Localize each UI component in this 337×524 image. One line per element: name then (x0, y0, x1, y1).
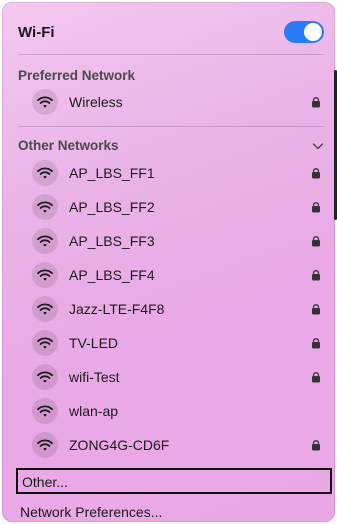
network-name: wifi-Test (69, 369, 120, 385)
lock-icon (312, 440, 320, 451)
network-row[interactable]: Jazz-LTE-F4F8 (6, 294, 331, 324)
wifi-signal-icon (32, 194, 58, 220)
network-name: ZONG4G-CD6F (69, 437, 170, 453)
network-row[interactable]: TV-LED (6, 328, 331, 358)
network-row-preferred[interactable]: Wireless (6, 87, 331, 117)
toggle-knob (304, 23, 322, 41)
wifi-title: Wi-Fi (18, 24, 55, 41)
network-name: AP_LBS_FF3 (69, 233, 155, 249)
network-name: Wireless (69, 94, 123, 110)
lock-icon (312, 372, 320, 383)
wifi-signal-icon (32, 89, 58, 115)
network-name: wlan-ap (69, 403, 119, 419)
network-name: AP_LBS_FF4 (69, 267, 155, 283)
wifi-signal-icon (32, 228, 58, 254)
network-row[interactable]: wlan-ap (6, 396, 331, 426)
lock-icon (312, 236, 320, 247)
wifi-signal-icon (32, 398, 58, 424)
preferred-network-heading: Preferred Network (18, 68, 136, 83)
network-row[interactable]: AP_LBS_FF1 (6, 158, 331, 188)
wifi-toggle[interactable] (284, 21, 324, 43)
network-name: AP_LBS_FF2 (69, 199, 155, 215)
other-network-button[interactable]: Other... (16, 468, 332, 494)
wifi-signal-icon (32, 160, 58, 186)
network-row[interactable]: AP_LBS_FF2 (6, 192, 331, 222)
lock-icon (312, 168, 320, 179)
network-preferences-link[interactable]: Network Preferences... (20, 504, 162, 520)
wifi-header: Wi-Fi (2, 2, 335, 54)
lock-icon (312, 202, 320, 213)
wifi-signal-icon (32, 262, 58, 288)
other-network-label: Other... (22, 474, 68, 490)
network-name: TV-LED (69, 335, 119, 351)
lock-icon (312, 270, 320, 281)
network-name: Jazz-LTE-F4F8 (69, 301, 165, 317)
other-networks-heading: Other Networks (18, 138, 119, 153)
network-row[interactable]: ZONG4G-CD6F (6, 430, 331, 460)
network-name: AP_LBS_FF1 (69, 165, 155, 181)
network-row[interactable]: AP_LBS_FF3 (6, 226, 331, 256)
lock-icon (312, 304, 320, 315)
wifi-menu-panel: Wi-Fi Preferred Network Wireless Other N… (2, 2, 335, 522)
network-row[interactable]: wifi-Test (6, 362, 331, 392)
network-row[interactable]: AP_LBS_FF4 (6, 260, 331, 290)
lock-icon (312, 97, 320, 108)
lock-icon (312, 338, 320, 349)
wifi-signal-icon (32, 330, 58, 356)
wifi-signal-icon (32, 364, 58, 390)
divider (18, 126, 324, 127)
wifi-signal-icon (32, 296, 58, 322)
divider (18, 54, 324, 55)
chevron-down-icon[interactable] (312, 140, 324, 152)
wifi-signal-icon (32, 432, 58, 458)
